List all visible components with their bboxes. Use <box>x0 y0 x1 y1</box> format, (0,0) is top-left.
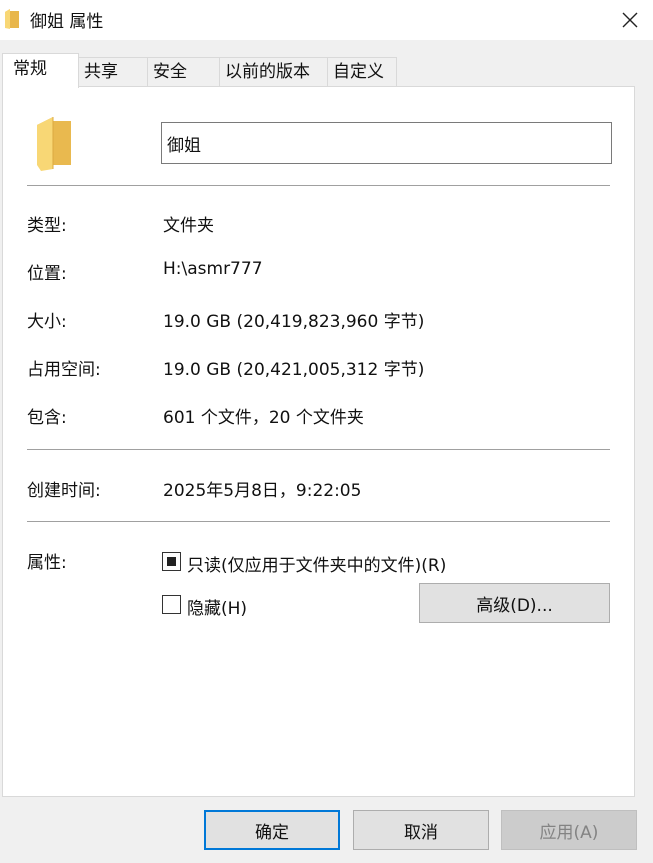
tab-general[interactable]: 常规 <box>2 53 79 88</box>
size-label: 大小: <box>27 312 67 332</box>
size-value: 19.0 GB (20,419,823,960 字节) <box>163 312 425 332</box>
tab-sharing[interactable]: 共享 <box>78 57 148 87</box>
contains-value: 601 个文件，20 个文件夹 <box>163 408 364 428</box>
created-value: 2025年5月8日，9:22:05 <box>163 481 362 501</box>
divider <box>27 449 610 450</box>
readonly-checkbox[interactable] <box>162 552 181 571</box>
tab-security[interactable]: 安全 <box>147 57 220 87</box>
folder-icon <box>5 9 19 29</box>
title-bar: 御姐 属性 <box>0 0 653 40</box>
location-label: 位置: <box>27 264 67 284</box>
type-label: 类型: <box>27 216 67 236</box>
folder-icon <box>37 117 71 171</box>
divider <box>27 185 610 186</box>
cancel-button[interactable]: 取消 <box>353 810 489 850</box>
hidden-label[interactable]: 隐藏(H) <box>187 594 247 619</box>
ok-button[interactable]: 确定 <box>204 810 340 850</box>
indeterminate-mark <box>167 557 176 566</box>
apply-button[interactable]: 应用(A) <box>501 810 637 850</box>
created-label: 创建时间: <box>27 481 101 501</box>
divider <box>27 521 610 522</box>
readonly-label[interactable]: 只读(仅应用于文件夹中的文件)(R) <box>187 551 446 576</box>
folder-name-input[interactable] <box>161 122 612 164</box>
location-value: H:\asmr777 <box>163 259 263 279</box>
size-on-disk-label: 占用空间: <box>27 360 101 380</box>
tab-customize[interactable]: 自定义 <box>327 57 397 87</box>
size-on-disk-value: 19.0 GB (20,421,005,312 字节) <box>163 360 425 380</box>
hidden-checkbox[interactable] <box>162 595 181 614</box>
type-value: 文件夹 <box>163 216 214 236</box>
contains-label: 包含: <box>27 408 67 428</box>
window-title: 御姐 属性 <box>30 12 104 32</box>
advanced-button[interactable]: 高级(D)... <box>419 583 610 623</box>
tab-previous-versions[interactable]: 以前的版本 <box>219 57 328 87</box>
close-button[interactable] <box>607 0 653 40</box>
attributes-label: 属性: <box>27 553 67 573</box>
tab-strip: 常规 共享 安全 以前的版本 自定义 <box>0 40 653 88</box>
close-icon <box>622 12 638 28</box>
general-panel: 类型: 文件夹 位置: H:\asmr777 大小: 19.0 GB (20,4… <box>2 86 635 797</box>
